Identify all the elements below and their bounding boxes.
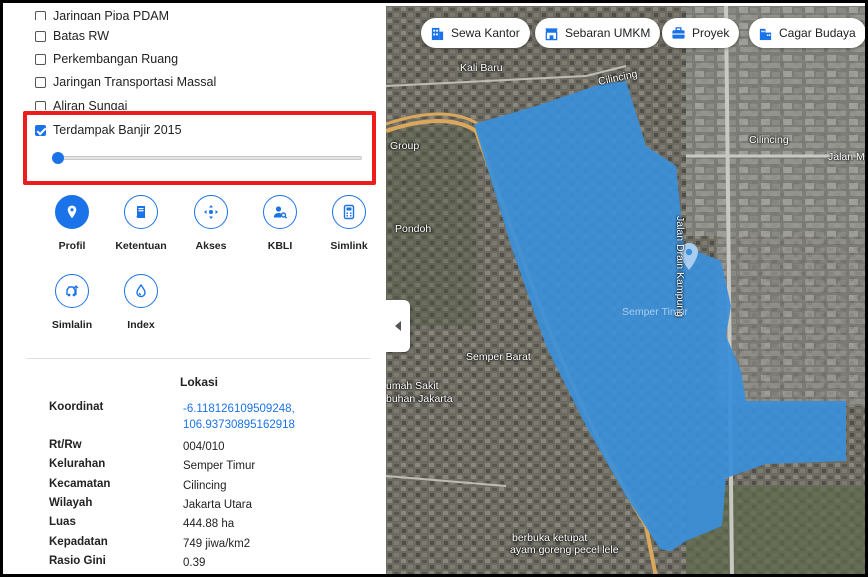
info-key: Rt/Rw: [49, 439, 82, 451]
layer-checkbox[interactable]: [35, 30, 46, 42]
info-key: Koordinat: [49, 401, 104, 413]
info-key: Kelurahan: [49, 458, 106, 470]
tool-ketentuan[interactable]: Ketentuan: [111, 195, 171, 252]
map-label-semper-timur: Semper Timur: [622, 306, 688, 318]
map-label-jalan-m: Jalan M: [828, 151, 865, 163]
info-row-kecamatan: Kecamatan Cilincing: [49, 478, 343, 494]
tool-label: Profil: [58, 240, 86, 252]
store-icon: [545, 27, 558, 40]
tool-label: Simlalin: [51, 319, 93, 331]
tool-label: Akses: [195, 240, 227, 252]
info-row-kelurahan: Kelurahan Semper Timur: [49, 458, 343, 474]
map-label-semper-barat: Semper Barat: [466, 351, 531, 363]
map-label-rumah-sakit: umah Sakit: [386, 380, 439, 392]
calculator-icon[interactable]: [332, 195, 366, 229]
tool-label: Simlink: [330, 240, 368, 252]
info-key: Kepadatan: [49, 536, 108, 548]
info-key: Luas: [49, 516, 76, 528]
collapse-panel-button[interactable]: [386, 300, 410, 352]
drop-icon[interactable]: [124, 274, 158, 308]
map-label-pelabuhan-jakarta: buhan Jakarta: [386, 393, 453, 405]
layer-checkbox[interactable]: [35, 100, 46, 110]
sewa-kantor-button[interactable]: Sewa Kantor: [421, 18, 530, 48]
lokasi-title: Lokasi: [179, 375, 218, 389]
coordinate-line[interactable]: -6.118126109509248,: [183, 401, 343, 417]
info-row-rtrw: Rt/Rw 004/010: [49, 439, 343, 455]
info-value: Jakarta Utara: [183, 499, 253, 511]
building-icon: [431, 27, 444, 40]
tool-label: KBLI: [267, 240, 293, 252]
info-value: 444.88 ha: [183, 518, 235, 530]
map-label-jalan-drain: Jalan Drain Kampung: [674, 216, 686, 317]
briefcase-icon: [672, 26, 685, 39]
layer-label: Jaringan Pipa PDAM: [53, 9, 170, 23]
tool-index[interactable]: Index: [111, 274, 171, 331]
proyek-button[interactable]: Proyek: [662, 18, 740, 48]
traffic-icon[interactable]: [55, 274, 89, 308]
layer-label: Terdampak Banjir 2015: [53, 123, 182, 137]
coordinate-line[interactable]: 106.93730895162918: [183, 417, 343, 433]
map-label-berbuka-ketupat: berbuka ketupat: [512, 532, 588, 544]
info-value: Cilincing: [183, 480, 227, 492]
layer-checkbox[interactable]: [35, 76, 46, 88]
info-row-kepadatan: Kepadatan 749 jiwa/km2: [49, 536, 343, 552]
layer-item-jaringan-transportasi-massal[interactable]: Jaringan Transportasi Massal: [35, 72, 216, 92]
map-label-kali-baru: Kali Baru: [460, 62, 503, 74]
button-label: Proyek: [692, 26, 730, 40]
layer-item-perkembangan-ruang[interactable]: Perkembangan Ruang: [35, 49, 178, 69]
heritage-building-icon: [759, 28, 772, 40]
tool-akses[interactable]: Akses: [181, 195, 241, 252]
info-value: Semper Timur: [183, 460, 256, 472]
sebaran-umkm-button[interactable]: Sebaran UMKM: [535, 18, 661, 48]
app-frame: Jaringan Pipa PDAM Batas RW Perkembangan…: [0, 0, 868, 577]
map-label-pondoh: Pondoh: [395, 223, 432, 235]
tool-label: Index: [127, 319, 155, 331]
button-label: Sewa Kantor: [451, 26, 520, 40]
satellite-imagery: [386, 6, 865, 574]
layer-label: Batas RW: [53, 29, 110, 43]
tool-simlalin[interactable]: Simlalin: [42, 274, 102, 331]
layer-label: Perkembangan Ruang: [53, 52, 179, 66]
user-search-icon[interactable]: [263, 195, 297, 229]
map-label-ayam-goreng: ayam goreng pecel lele: [510, 544, 619, 556]
info-row-wilayah: Wilayah Jakarta Utara: [49, 497, 343, 513]
button-label: Cagar Budaya: [779, 26, 856, 40]
layer-checkbox[interactable]: [35, 10, 46, 20]
layer-item-batas-rw[interactable]: Batas RW: [35, 26, 109, 46]
tool-kbli[interactable]: KBLI: [250, 195, 310, 252]
opacity-slider-track[interactable]: [56, 156, 362, 160]
layer-checkbox-checked[interactable]: [35, 124, 46, 136]
info-key: Rasio Gini: [49, 555, 106, 567]
info-row-koordinat: Koordinat -6.118126109509248, 106.9373089…: [49, 401, 343, 433]
map-label-cilincing: Cilincing: [749, 134, 789, 146]
button-label: Sebaran UMKM: [565, 26, 651, 40]
map-view[interactable]: Sewa Kantor Sebaran UMKM Proyek Cagar Bu…: [386, 6, 865, 574]
layer-label: Jaringan Transportasi Massal: [53, 75, 217, 89]
section-divider: [26, 358, 371, 359]
coordinate-link[interactable]: -6.118126109509248, 106.93730895162918: [183, 401, 343, 433]
info-key: Kecamatan: [49, 478, 111, 490]
layer-item-terdampak-banjir-2015[interactable]: Terdampak Banjir 2015: [35, 120, 182, 140]
info-row-luas: Luas 444.88 ha: [49, 516, 343, 532]
cagar-budaya-button[interactable]: Cagar Budaya: [749, 18, 865, 48]
map-label-group: Group: [390, 140, 420, 152]
tool-profil[interactable]: Profil: [42, 195, 102, 252]
info-value: 004/010: [183, 441, 225, 453]
book-icon[interactable]: [124, 195, 158, 229]
info-row-rasio-gini: Rasio Gini 0.39: [49, 555, 343, 571]
side-panel: Jaringan Pipa PDAM Batas RW Perkembangan…: [6, 6, 386, 574]
layer-item-jaringan-pipa-pdam[interactable]: Jaringan Pipa PDAM: [35, 6, 170, 23]
tool-simlink[interactable]: Simlink: [319, 195, 379, 252]
crosshair-icon[interactable]: [194, 195, 228, 229]
opacity-slider-thumb[interactable]: [52, 152, 64, 164]
map-pin-icon[interactable]: [55, 195, 89, 229]
chevron-left-icon: [395, 321, 401, 331]
layer-checkbox[interactable]: [35, 53, 46, 65]
tool-label: Ketentuan: [115, 240, 167, 252]
info-value: 0.39: [183, 557, 206, 569]
info-value: 749 jiwa/km2: [183, 538, 251, 550]
info-key: Wilayah: [49, 497, 93, 509]
